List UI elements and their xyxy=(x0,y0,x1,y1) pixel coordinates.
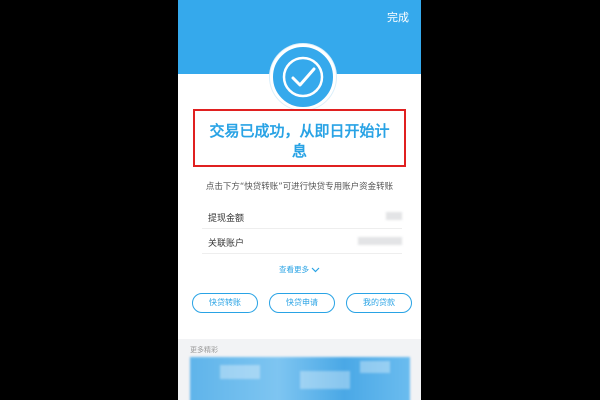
phone-screen: 完成 交易已成功，从即日开始计 息 点击下方“快贷转账”可进行快贷专用账户资金转… xyxy=(178,0,421,400)
banner-block xyxy=(220,365,260,379)
detail-row-amount: 提现金额 xyxy=(202,206,402,229)
my-loans-button[interactable]: 我的贷款 xyxy=(346,293,412,313)
banner-block xyxy=(360,361,390,373)
success-title-line1: 交易已成功，从即日开始计 xyxy=(209,122,390,140)
view-more-link[interactable]: 查看更多 xyxy=(178,264,421,275)
detail-value-redacted xyxy=(358,237,402,245)
detail-value-redacted xyxy=(386,212,402,220)
banner-block xyxy=(300,371,350,389)
view-more-label: 查看更多 xyxy=(279,265,309,274)
success-title-line2: 息 xyxy=(291,142,307,160)
transfer-tip: 点击下方“快贷转账”可进行快贷专用账户资金转账 xyxy=(205,182,394,192)
detail-row-account: 关联账户 xyxy=(202,231,402,254)
action-buttons: 快贷转账 快贷申请 我的贷款 xyxy=(192,293,412,315)
quick-loan-transfer-button[interactable]: 快贷转账 xyxy=(192,293,258,313)
chevron-down-icon xyxy=(311,267,320,273)
detail-label: 关联账户 xyxy=(208,239,245,249)
checkmark-icon xyxy=(282,56,324,98)
checkmark-circle-icon xyxy=(270,44,336,110)
success-highlight-box: 交易已成功，从即日开始计 息 xyxy=(193,109,406,167)
quick-loan-apply-button[interactable]: 快贷申请 xyxy=(269,293,335,313)
section-label: 更多精彩 xyxy=(190,346,218,354)
promo-banner[interactable] xyxy=(190,357,410,400)
result-card: 交易已成功，从即日开始计 息 点击下方“快贷转账”可进行快贷专用账户资金转账 提… xyxy=(178,44,421,339)
detail-label: 提现金额 xyxy=(208,214,245,224)
success-title: 交易已成功，从即日开始计 息 xyxy=(197,121,402,161)
done-button[interactable]: 完成 xyxy=(387,9,409,25)
